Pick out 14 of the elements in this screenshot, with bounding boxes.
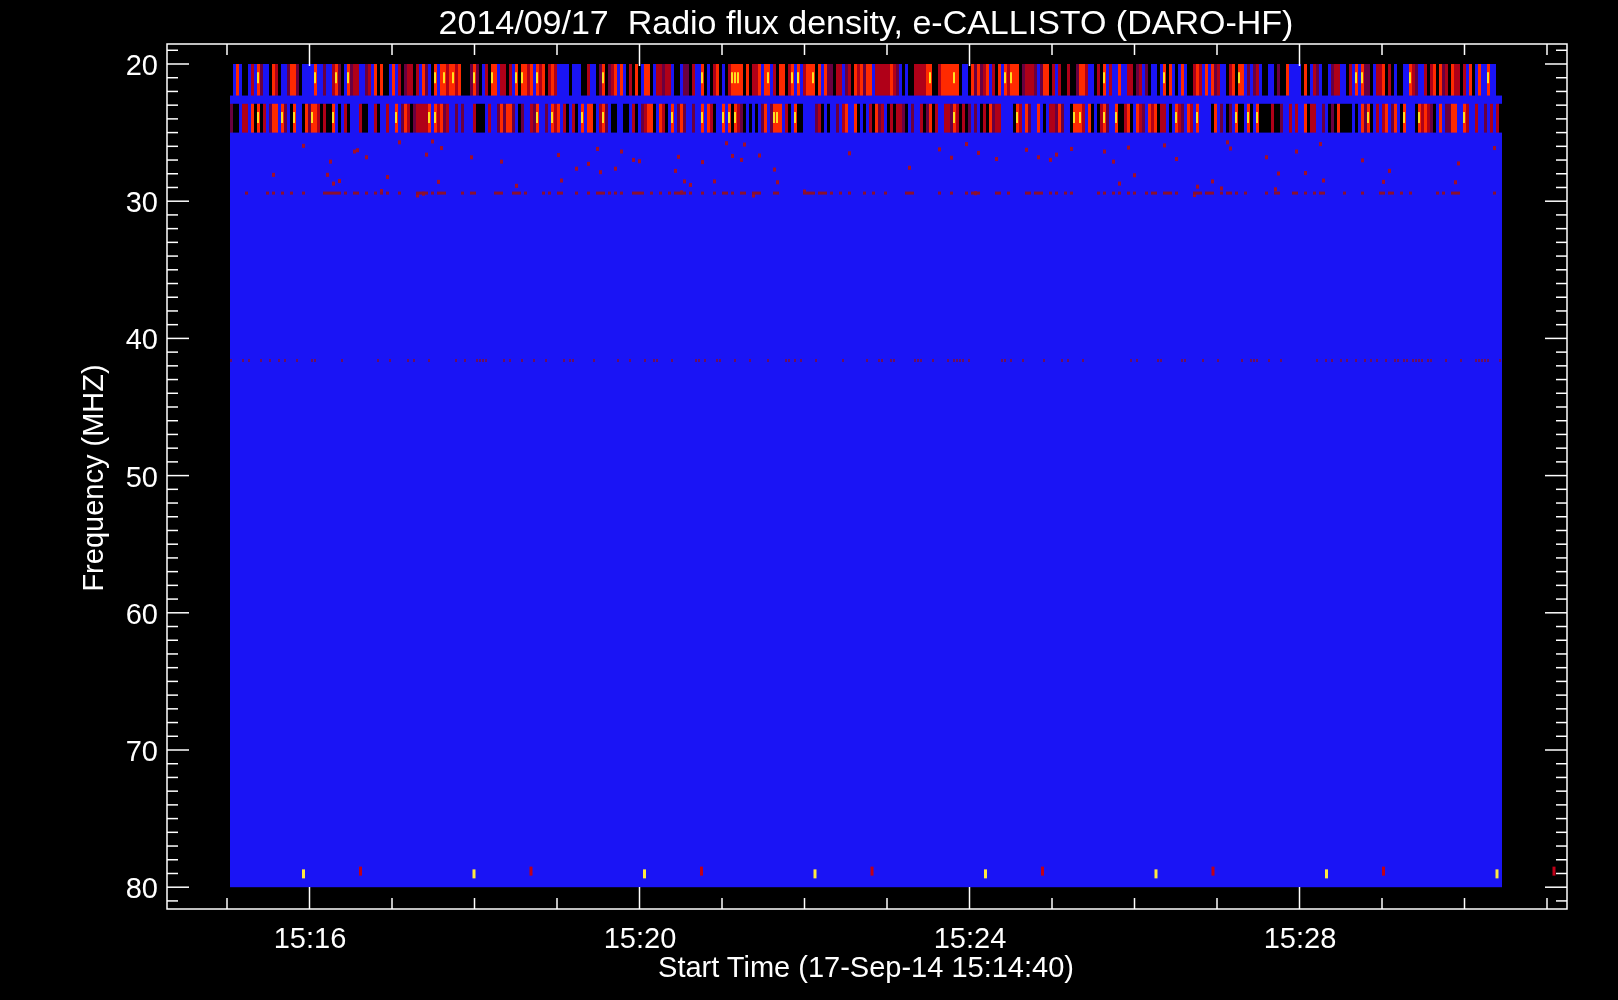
y-axis-tick-label: 60 [125,597,158,630]
y-axis-tick-label: 40 [125,323,158,356]
y-axis-tick-label: 30 [125,186,158,219]
x-axis-tick-label: 15:20 [603,922,677,954]
x-axis-tick-label: 15:24 [933,922,1007,954]
y-axis-tick-label: 20 [125,49,158,81]
x-axis-tick-label: 15:16 [273,922,347,954]
y-axis-tick-label: 80 [125,872,158,905]
x-axis-label: Start Time (17-Sep-14 15:14:40) [658,951,1074,983]
y-axis-tick-label: 70 [125,735,158,767]
x-axis-tick-label: 15:28 [1263,922,1337,954]
chart-title: 2014/09/17 Radio flux density, e-CALLISTO (DARO-HF) [438,3,1294,41]
y-axis-label: Frequency (MHZ) [77,364,109,592]
y-axis-tick-label: 50 [125,460,158,493]
